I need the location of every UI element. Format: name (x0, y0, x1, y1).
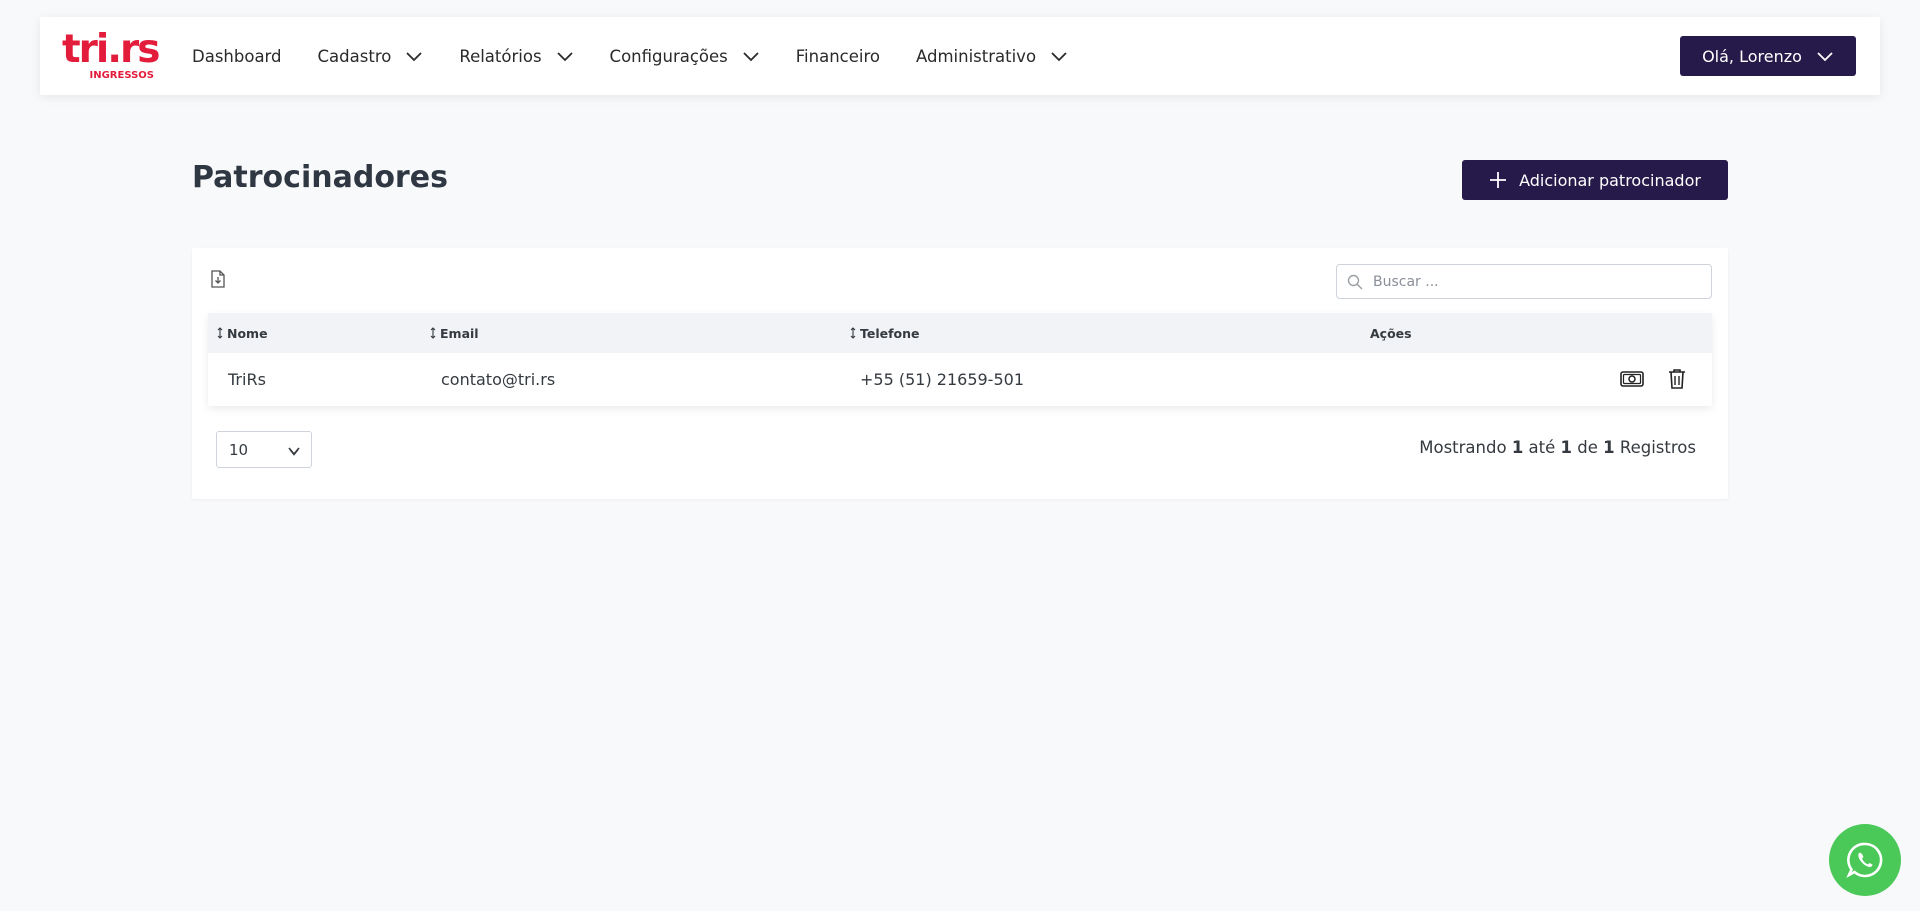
nav-item-financeiro[interactable]: Financeiro (796, 47, 880, 66)
nav-item-administrativo[interactable]: Administrativo (916, 47, 1068, 66)
nav-item-label: Configurações (609, 46, 728, 66)
nav-item-cadastro[interactable]: Cadastro (318, 47, 424, 66)
info-of-word: de (1577, 438, 1598, 457)
nav-item-label: Cadastro (317, 46, 392, 66)
sponsors-card: Nome Email Telefone Ações TriRs contato@… (192, 248, 1728, 499)
sort-icon (430, 327, 436, 339)
table-header: Nome Email Telefone Ações (208, 313, 1712, 353)
info-suffix: Registros (1619, 438, 1696, 457)
header-label: Telefone (860, 325, 920, 341)
logo-wordmark: tri.rs (62, 27, 161, 72)
nav-item-label: Administrativo (916, 46, 1037, 66)
whatsapp-icon (1846, 842, 1883, 879)
header-nome[interactable]: Nome (216, 313, 268, 353)
plus-icon (1490, 172, 1507, 188)
search-input[interactable] (1373, 273, 1703, 290)
cell-nome: TriRs (228, 370, 266, 389)
user-menu-button[interactable]: Olá, Lorenzo (1680, 36, 1856, 76)
nav-item-label: Financeiro (795, 46, 880, 66)
chevron-down-icon (406, 52, 422, 62)
top-navbar: tri.rs INGRESSOS Dashboard Cadastro Rela… (40, 17, 1880, 95)
nav-item-relatorios[interactable]: Relatórios (459, 47, 573, 66)
sponsors-table: Nome Email Telefone Ações TriRs contato@… (208, 313, 1712, 406)
info-from: 1 (1511, 438, 1524, 457)
header-email[interactable]: Email (429, 313, 479, 353)
page-title: Patrocinadores (192, 160, 448, 195)
table-row: TriRs contato@tri.rs +55 (51) 21659-501 (208, 353, 1712, 406)
chevron-down-icon (1051, 52, 1067, 62)
whatsapp-button[interactable] (1829, 824, 1901, 896)
chevron-down-icon (743, 52, 759, 62)
header-label: Ações (1370, 325, 1412, 341)
nav-item-dashboard[interactable]: Dashboard (192, 47, 282, 66)
chevron-down-icon (288, 447, 300, 456)
cell-telefone: +55 (51) 21659-501 (860, 370, 1024, 389)
brand-logo[interactable]: tri.rs INGRESSOS (62, 30, 161, 82)
logo-subtitle: INGRESSOS (89, 70, 155, 81)
nav-item-label: Relatórios (459, 46, 542, 66)
info-to-word: até (1528, 438, 1556, 457)
header-acoes: Ações (1370, 313, 1412, 353)
chevron-down-icon (556, 52, 573, 62)
info-total: 1 (1603, 438, 1615, 457)
sort-icon (217, 327, 223, 339)
page-size-select[interactable]: 10 (216, 431, 312, 468)
page-size-value: 10 (229, 440, 249, 459)
user-greeting: Olá, Lorenzo (1702, 46, 1802, 66)
search-icon (1347, 274, 1363, 289)
records-info: Mostrando 1 até 1 de 1 Registros (1419, 438, 1696, 457)
search-field (1336, 264, 1712, 299)
add-sponsor-label: Adicionar patrocinador (1519, 170, 1701, 190)
main-nav: Dashboard Cadastro Relatórios Configuraç… (192, 17, 1104, 95)
cell-email: contato@tri.rs (441, 370, 556, 389)
chevron-down-icon (1817, 52, 1833, 62)
add-sponsor-button[interactable]: Adicionar patrocinador (1462, 160, 1728, 200)
header-label: Email (440, 325, 479, 341)
export-file-icon[interactable] (210, 270, 226, 288)
nav-item-label: Dashboard (192, 46, 282, 66)
trash-icon[interactable] (1664, 367, 1690, 391)
header-telefone[interactable]: Telefone (849, 313, 920, 353)
info-to: 1 (1560, 438, 1573, 457)
sort-icon (850, 327, 856, 339)
nav-item-configuracoes[interactable]: Configurações (610, 47, 760, 66)
info-prefix: Mostrando (1419, 438, 1507, 457)
money-icon[interactable] (1619, 367, 1645, 391)
header-label: Nome (227, 325, 268, 341)
